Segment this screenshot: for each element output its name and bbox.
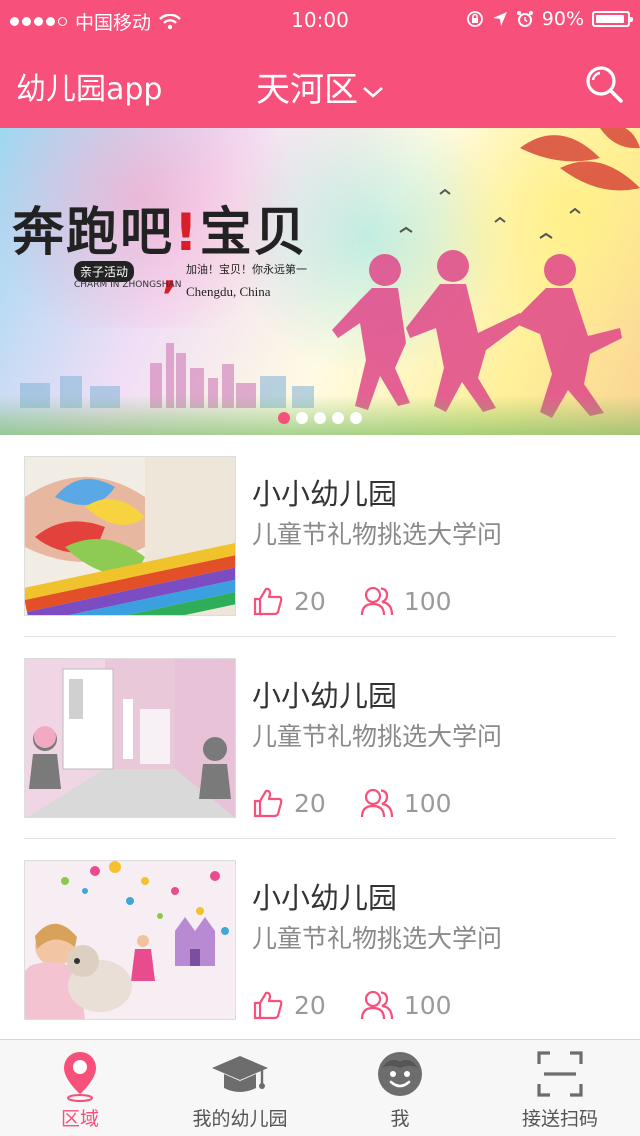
tab-bar: 区域 我的幼儿园 我 接送扫码 [0,1039,640,1136]
like-count: 20 [294,586,326,616]
tab-region[interactable]: 区域 [0,1040,160,1136]
pager-dot[interactable] [278,412,290,424]
item-description: 儿童节礼物挑选大学问 [252,924,503,953]
face-icon [378,1052,422,1096]
item-stats: 20 100 [252,585,452,617]
tab-me[interactable]: 我 [320,1040,480,1136]
pager-dot[interactable] [314,412,326,424]
status-bar: 中国移动 10:00 90% [0,0,640,40]
item-thumbnail [24,456,236,616]
item-stats: 20 100 [252,989,452,1021]
item-title: 小小幼儿园 [252,477,398,511]
like-count: 20 [294,788,326,818]
alarm-icon [516,11,533,27]
list-item[interactable]: 小小幼儿园 儿童节礼物挑选大学问 20 100 [24,435,616,637]
member-count: 100 [403,788,452,818]
banner-tag-sub: CHARM IN ZHONGSHAN [74,280,182,290]
region-label: 天河区 [256,70,358,110]
battery-label: 90% [541,8,584,30]
chevron-down-icon [363,86,383,98]
item-thumbnail [24,860,236,1020]
users-icon [360,990,393,1020]
thumbs-up-icon [253,587,283,616]
tab-pickup-scan[interactable]: 接送扫码 [480,1040,640,1136]
banner-slogan: 加油！宝贝！你永远第一 [186,263,307,276]
carousel-pager[interactable] [0,412,640,424]
tab-label: 区域 [60,1108,99,1130]
battery-icon [592,11,633,27]
tab-label: 我的幼儿园 [192,1108,288,1130]
top-bar: 中国移动 10:00 90% 幼儿园app 天河区 [0,0,640,128]
location-pin-icon [64,1052,96,1102]
member-stat[interactable]: 100 [360,585,452,617]
region-selector[interactable]: 天河区 [256,70,384,110]
like-stat[interactable]: 20 [252,585,326,617]
graduation-cap-icon [212,1056,268,1092]
item-description: 儿童节礼物挑选大学问 [252,722,503,751]
tab-label: 接送扫码 [521,1108,598,1130]
app-title: 幼儿园app [16,72,163,107]
member-stat[interactable]: 100 [360,989,452,1021]
item-title: 小小幼儿园 [252,679,398,713]
tab-label: 我 [390,1108,410,1130]
pager-dot[interactable] [350,412,362,424]
item-title: 小小幼儿园 [252,881,398,915]
thumbs-up-icon [253,789,283,818]
location-arrow-icon [492,12,507,26]
thumbs-up-icon [253,991,283,1020]
item-stats: 20 100 [252,787,452,819]
pager-dot[interactable] [296,412,308,424]
banner-location: Chengdu, China [186,284,271,299]
search-icon[interactable] [584,64,624,104]
list-item[interactable]: 小小幼儿园 儿童节礼物挑选大学问 20 100 [24,839,616,1041]
item-description: 儿童节礼物挑选大学问 [252,520,503,549]
banner-carousel[interactable]: 奔跑吧!宝贝 亲子活动 , CHARM IN ZHONGSHAN 加油！宝贝！你… [0,128,640,435]
list-item[interactable]: 小小幼儿园 儿童节礼物挑选大学问 20 100 [24,637,616,839]
member-count: 100 [403,990,452,1020]
like-stat[interactable]: 20 [252,989,326,1021]
like-stat[interactable]: 20 [252,787,326,819]
pager-dot[interactable] [332,412,344,424]
users-icon [360,586,393,616]
kindergarten-list: 小小幼儿园 儿童节礼物挑选大学问 20 100 小小幼儿园 儿童节礼物挑选大学问… [24,435,616,1041]
member-stat[interactable]: 100 [360,787,452,819]
banner-tag: 亲子活动 [74,261,135,282]
rotation-lock-icon [466,11,483,27]
member-count: 100 [403,586,452,616]
banner-headline: 奔跑吧!宝贝 [12,203,308,263]
banner-comma: , [162,252,178,298]
scan-icon [537,1051,583,1097]
item-thumbnail [24,658,236,818]
like-count: 20 [294,990,326,1020]
users-icon [360,788,393,818]
tab-my-kindergarten[interactable]: 我的幼儿园 [160,1040,320,1136]
status-right: 90% [466,8,633,30]
